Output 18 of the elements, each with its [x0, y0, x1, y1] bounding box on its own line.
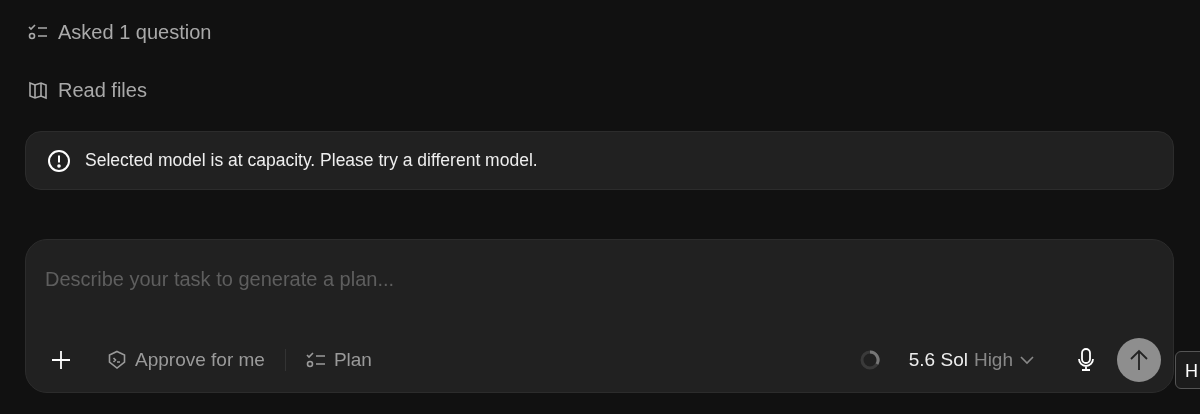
model-selector[interactable]: 5.6 Sol High — [904, 341, 1039, 379]
microphone-icon — [1077, 348, 1095, 372]
plan-button[interactable]: Plan — [299, 341, 378, 379]
arrow-up-icon — [1129, 349, 1149, 371]
tooltip: H — [1175, 351, 1200, 389]
activity-label: Asked 1 question — [58, 20, 212, 45]
send-button[interactable] — [1117, 338, 1161, 382]
warning-icon — [47, 148, 71, 173]
prompt-field[interactable]: Describe your task to generate a plan... Approve for me Plan 5.6 Sol High — [25, 239, 1174, 393]
chevron-down-icon — [1019, 355, 1035, 365]
loading-icon — [858, 349, 881, 371]
activity-label: Read files — [58, 78, 147, 103]
approve-button[interactable]: Approve for me — [101, 341, 271, 379]
plus-icon — [51, 350, 71, 370]
checklist-icon — [305, 351, 326, 369]
alert-message: Selected model is at capacity. Please try a different model. — [85, 149, 538, 173]
shield-icon — [107, 350, 127, 370]
checklist-icon — [28, 23, 48, 41]
